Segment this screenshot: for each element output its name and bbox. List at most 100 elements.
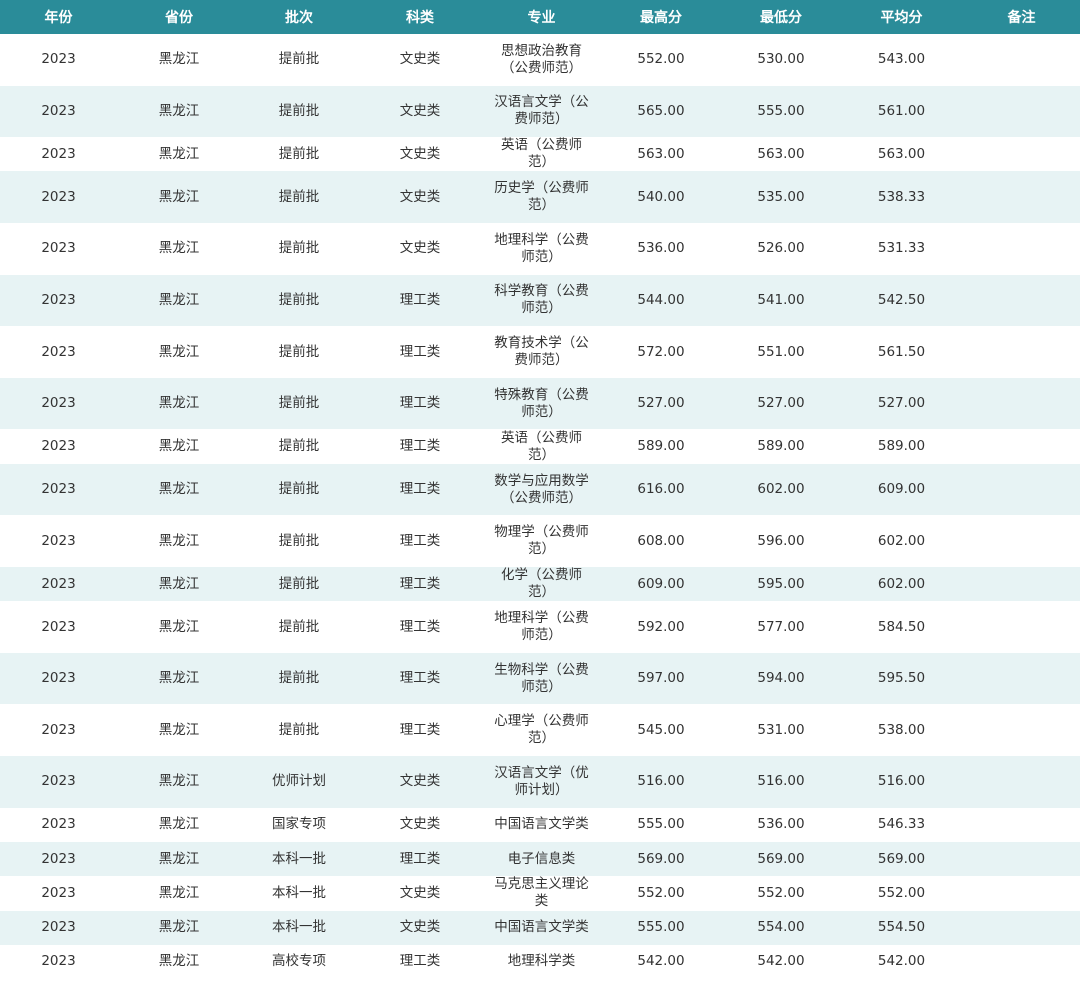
cell-min-score: 594.00 <box>757 670 805 687</box>
cell-province: 黑龙江 <box>158 240 200 257</box>
cell-max-score: 592.00 <box>637 618 685 635</box>
cell-province: 黑龙江 <box>158 51 200 68</box>
cell-note <box>963 704 1080 756</box>
table-body: 2023 黑龙江 提前批 文史类 思想政治教育（公费师范） 552.00 530.00 543… <box>0 34 1080 980</box>
cell-province: 黑龙江 <box>158 532 200 549</box>
table-row: 2023 黑龙江 提前批 理工类 化学（公费师范） 609.00 595.00 602.00 <box>0 566 1080 602</box>
cell-note <box>963 601 1080 653</box>
cell-batch: 提前批 <box>278 51 320 68</box>
cell-note <box>963 911 1080 945</box>
cell-note <box>963 945 1080 979</box>
cell-year: 2023 <box>41 438 76 455</box>
cell-year: 2023 <box>41 51 76 68</box>
cell-province: 黑龙江 <box>158 395 200 412</box>
cell-batch: 提前批 <box>278 291 320 308</box>
cell-max-score: 597.00 <box>637 670 685 687</box>
cell-major: 特殊教育（公费师范） <box>494 386 589 420</box>
table-row: 2023 黑龙江 提前批 文史类 历史学（公费师范） 540.00 535.00 538.33 <box>0 171 1080 224</box>
cell-max-score: 569.00 <box>637 850 685 867</box>
cell-max-score: 545.00 <box>637 721 685 738</box>
cell-avg-score: 552.00 <box>877 884 926 901</box>
cell-min-score: 577.00 <box>757 618 805 635</box>
table-row: 2023 黑龙江 提前批 文史类 思想政治教育（公费师范） 552.00 530.00 543… <box>0 34 1080 86</box>
cell-min-score: 602.00 <box>757 481 805 498</box>
cell-year: 2023 <box>41 618 76 635</box>
cell-note <box>963 429 1080 463</box>
header-avg-score: 平均分 <box>840 0 963 34</box>
cell-min-score: 555.00 <box>757 102 805 119</box>
table-row: 2023 黑龙江 提前批 理工类 物理学（公费师范） 608.00 596.00 602.00 <box>0 515 1080 567</box>
cell-max-score: 552.00 <box>637 51 685 68</box>
cell-max-score: 516.00 <box>637 773 685 790</box>
header-batch: 批次 <box>241 0 357 34</box>
cell-avg-score: 531.33 <box>877 240 926 257</box>
cell-year: 2023 <box>41 395 76 412</box>
cell-batch: 提前批 <box>278 575 320 592</box>
cell-major: 汉语言文学（公费师范） <box>494 94 589 128</box>
cell-avg-score: 602.00 <box>877 575 926 592</box>
cell-note <box>963 876 1080 910</box>
cell-category: 理工类 <box>399 438 441 455</box>
cell-avg-score: 589.00 <box>877 438 926 455</box>
cell-major: 物理学（公费师范） <box>494 524 589 558</box>
cell-batch: 本科一批 <box>272 850 326 867</box>
table-header-row: 年份 省份 批次 科类 专业 最高分 最低分 平均分 备注 <box>0 0 1080 34</box>
cell-avg-score: 569.00 <box>877 850 926 867</box>
cell-province: 黑龙江 <box>158 102 200 119</box>
cell-max-score: 616.00 <box>637 481 685 498</box>
cell-batch: 提前批 <box>278 721 320 738</box>
cell-min-score: 596.00 <box>757 532 805 549</box>
cell-category: 文史类 <box>399 145 441 162</box>
cell-note <box>963 808 1080 842</box>
cell-province: 黑龙江 <box>158 884 200 901</box>
cell-major: 思想政治教育（公费师范） <box>501 42 582 76</box>
header-major: 专业 <box>483 0 600 34</box>
cell-category: 理工类 <box>399 618 441 635</box>
cell-avg-score: 546.33 <box>877 816 926 833</box>
cell-min-score: 551.00 <box>757 343 805 360</box>
cell-major: 电子信息类 <box>507 850 576 867</box>
cell-max-score: 542.00 <box>637 953 685 970</box>
table-row: 2023 黑龙江 优师计划 文史类 汉语言文学（优师计划） 516.00 516.00 516… <box>0 756 1080 808</box>
cell-note <box>963 842 1080 876</box>
cell-major: 中国语言文学类 <box>494 919 589 936</box>
cell-province: 黑龙江 <box>158 145 200 162</box>
cell-max-score: 589.00 <box>637 438 685 455</box>
cell-year: 2023 <box>41 481 76 498</box>
cell-note <box>963 34 1080 86</box>
table-row: 2023 黑龙江 提前批 理工类 心理学（公费师范） 545.00 531.00 538.00 <box>0 704 1080 757</box>
cell-category: 理工类 <box>399 481 441 498</box>
cell-max-score: 609.00 <box>637 575 685 592</box>
cell-min-score: 527.00 <box>757 395 805 412</box>
cell-major: 英语（公费师范） <box>501 429 582 463</box>
cell-province: 黑龙江 <box>158 438 200 455</box>
cell-category: 文史类 <box>399 816 441 833</box>
cell-category: 理工类 <box>399 343 441 360</box>
cell-province: 黑龙江 <box>158 188 200 205</box>
cell-major: 马克思主义理论类 <box>494 876 589 910</box>
cell-batch: 提前批 <box>278 188 320 205</box>
cell-batch: 提前批 <box>278 395 320 412</box>
cell-avg-score: 538.00 <box>877 721 926 738</box>
cell-major: 历史学（公费师范） <box>494 180 589 214</box>
cell-major: 数学与应用数学（公费师范） <box>494 472 589 506</box>
cell-year: 2023 <box>41 850 76 867</box>
cell-batch: 提前批 <box>278 532 320 549</box>
table-row: 2023 黑龙江 提前批 理工类 英语（公费师范） 589.00 589.00 589.00 <box>0 429 1080 464</box>
cell-major: 地理科学类 <box>507 953 576 970</box>
cell-min-score: 536.00 <box>757 816 805 833</box>
cell-category: 理工类 <box>399 721 441 738</box>
header-min-score: 最低分 <box>722 0 840 34</box>
table-row: 2023 黑龙江 提前批 理工类 生物科学（公费师范） 597.00 594.00 595.5… <box>0 652 1080 705</box>
cell-category: 文史类 <box>399 919 441 936</box>
cell-year: 2023 <box>41 816 76 833</box>
header-category: 科类 <box>357 0 483 34</box>
table-row: 2023 黑龙江 提前批 理工类 特殊教育（公费师范） 527.00 527.00 527.0… <box>0 377 1080 430</box>
cell-year: 2023 <box>41 532 76 549</box>
cell-major: 教育技术学（公费师范） <box>494 335 589 369</box>
cell-province: 黑龙江 <box>158 721 200 738</box>
cell-major: 地理科学（公费师范） <box>494 231 589 265</box>
cell-min-score: 563.00 <box>757 145 805 162</box>
cell-note <box>963 378 1080 430</box>
cell-min-score: 552.00 <box>757 884 805 901</box>
